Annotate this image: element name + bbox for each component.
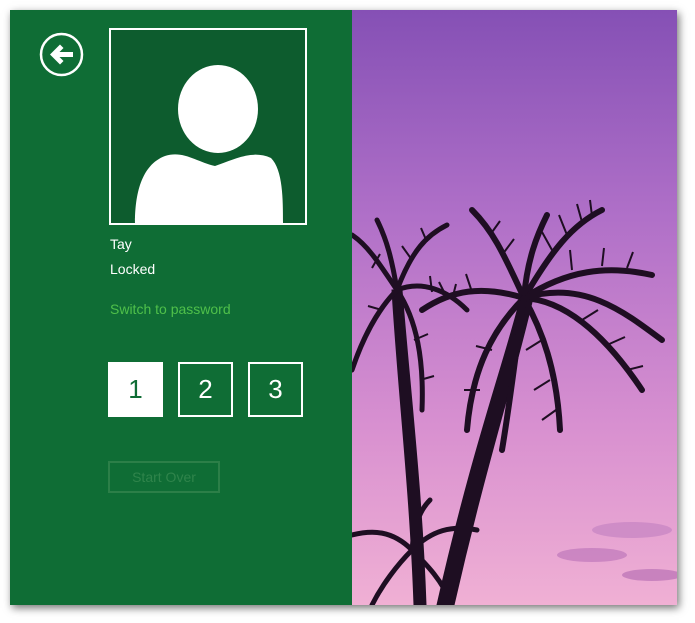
user-silhouette-icon (135, 65, 283, 223)
back-button[interactable] (39, 32, 84, 77)
start-over-button[interactable]: Start Over (108, 461, 220, 493)
user-avatar (109, 28, 307, 225)
step-2-button[interactable]: 2 (178, 362, 233, 417)
picture-password-image[interactable] (349, 10, 677, 605)
back-arrow-icon (39, 32, 84, 77)
user-name: Tay (110, 236, 132, 252)
login-panel: Tay Locked Switch to password 1 2 3 Star… (10, 10, 352, 605)
lock-screen-window: Tay Locked Switch to password 1 2 3 Star… (10, 10, 677, 605)
step-1-button[interactable]: 1 (108, 362, 163, 417)
step-3-button[interactable]: 3 (248, 362, 303, 417)
palm-trees-image (349, 10, 677, 605)
switch-to-password-link[interactable]: Switch to password (110, 301, 231, 317)
picture-password-steps: 1 2 3 (108, 362, 303, 417)
lock-status: Locked (110, 261, 156, 277)
